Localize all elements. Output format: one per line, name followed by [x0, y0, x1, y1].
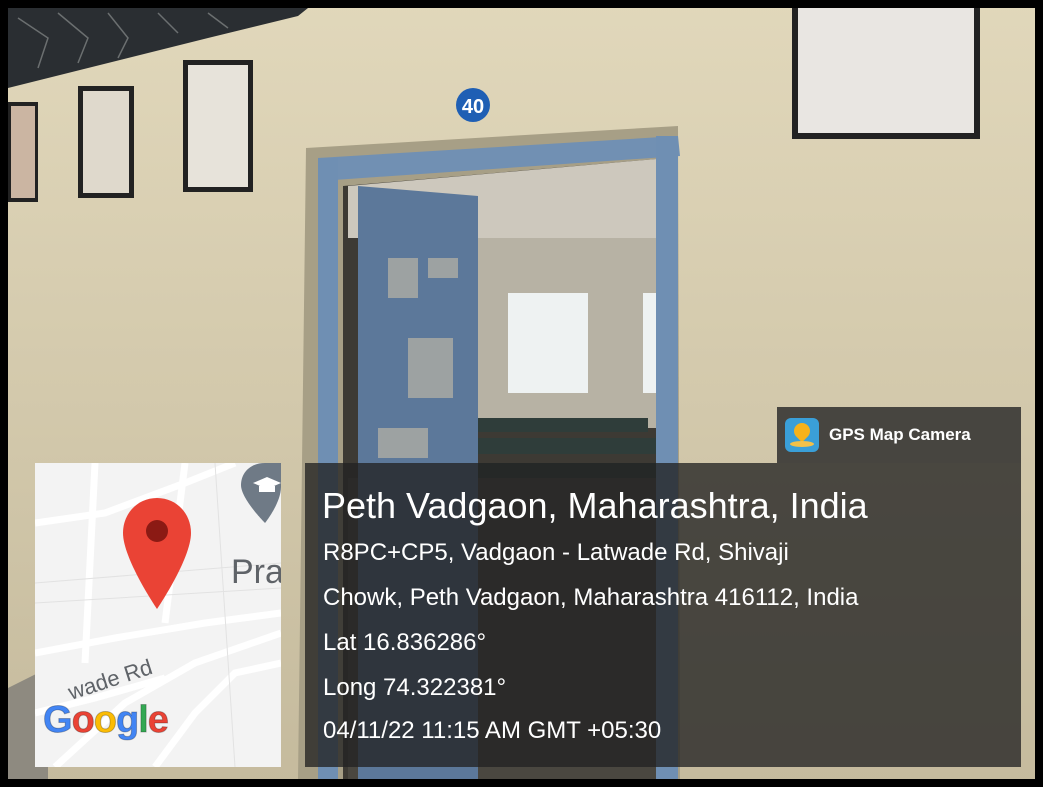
school-marker-icon: [241, 463, 281, 523]
google-logo: Google: [43, 699, 170, 742]
gps-map-camera-icon: [785, 418, 819, 452]
map-thumbnail: Pra wade Rd Google: [35, 463, 281, 767]
address-line-1: R8PC+CP5, Vadgaon - Latwade Rd, Shivaji: [323, 539, 789, 566]
map-place-label: Pra: [231, 553, 281, 591]
gps-map-camera-badge: GPS Map Camera: [777, 407, 1021, 463]
datetime-label: 04/11/22 11:15 AM GMT +05:30: [323, 717, 662, 744]
address-line-2: Chowk, Peth Vadgaon, Maharashtra 416112,…: [323, 584, 859, 611]
location-pin-icon: [123, 498, 191, 609]
room-number-label: 40: [462, 96, 484, 118]
place-title: Peth Vadgaon, Maharashtra, India: [322, 485, 868, 526]
app-name-label: GPS Map Camera: [829, 425, 971, 444]
location-info-panel: Peth Vadgaon, Maharashtra, India R8PC+CP…: [305, 463, 1021, 767]
latitude-label: Lat 16.836286°: [323, 629, 487, 656]
longitude-label: Long 74.322381°: [323, 674, 507, 701]
photo-frame: 40 GPS Map Camera Pra wade Rd Google Pet…: [0, 0, 1043, 787]
